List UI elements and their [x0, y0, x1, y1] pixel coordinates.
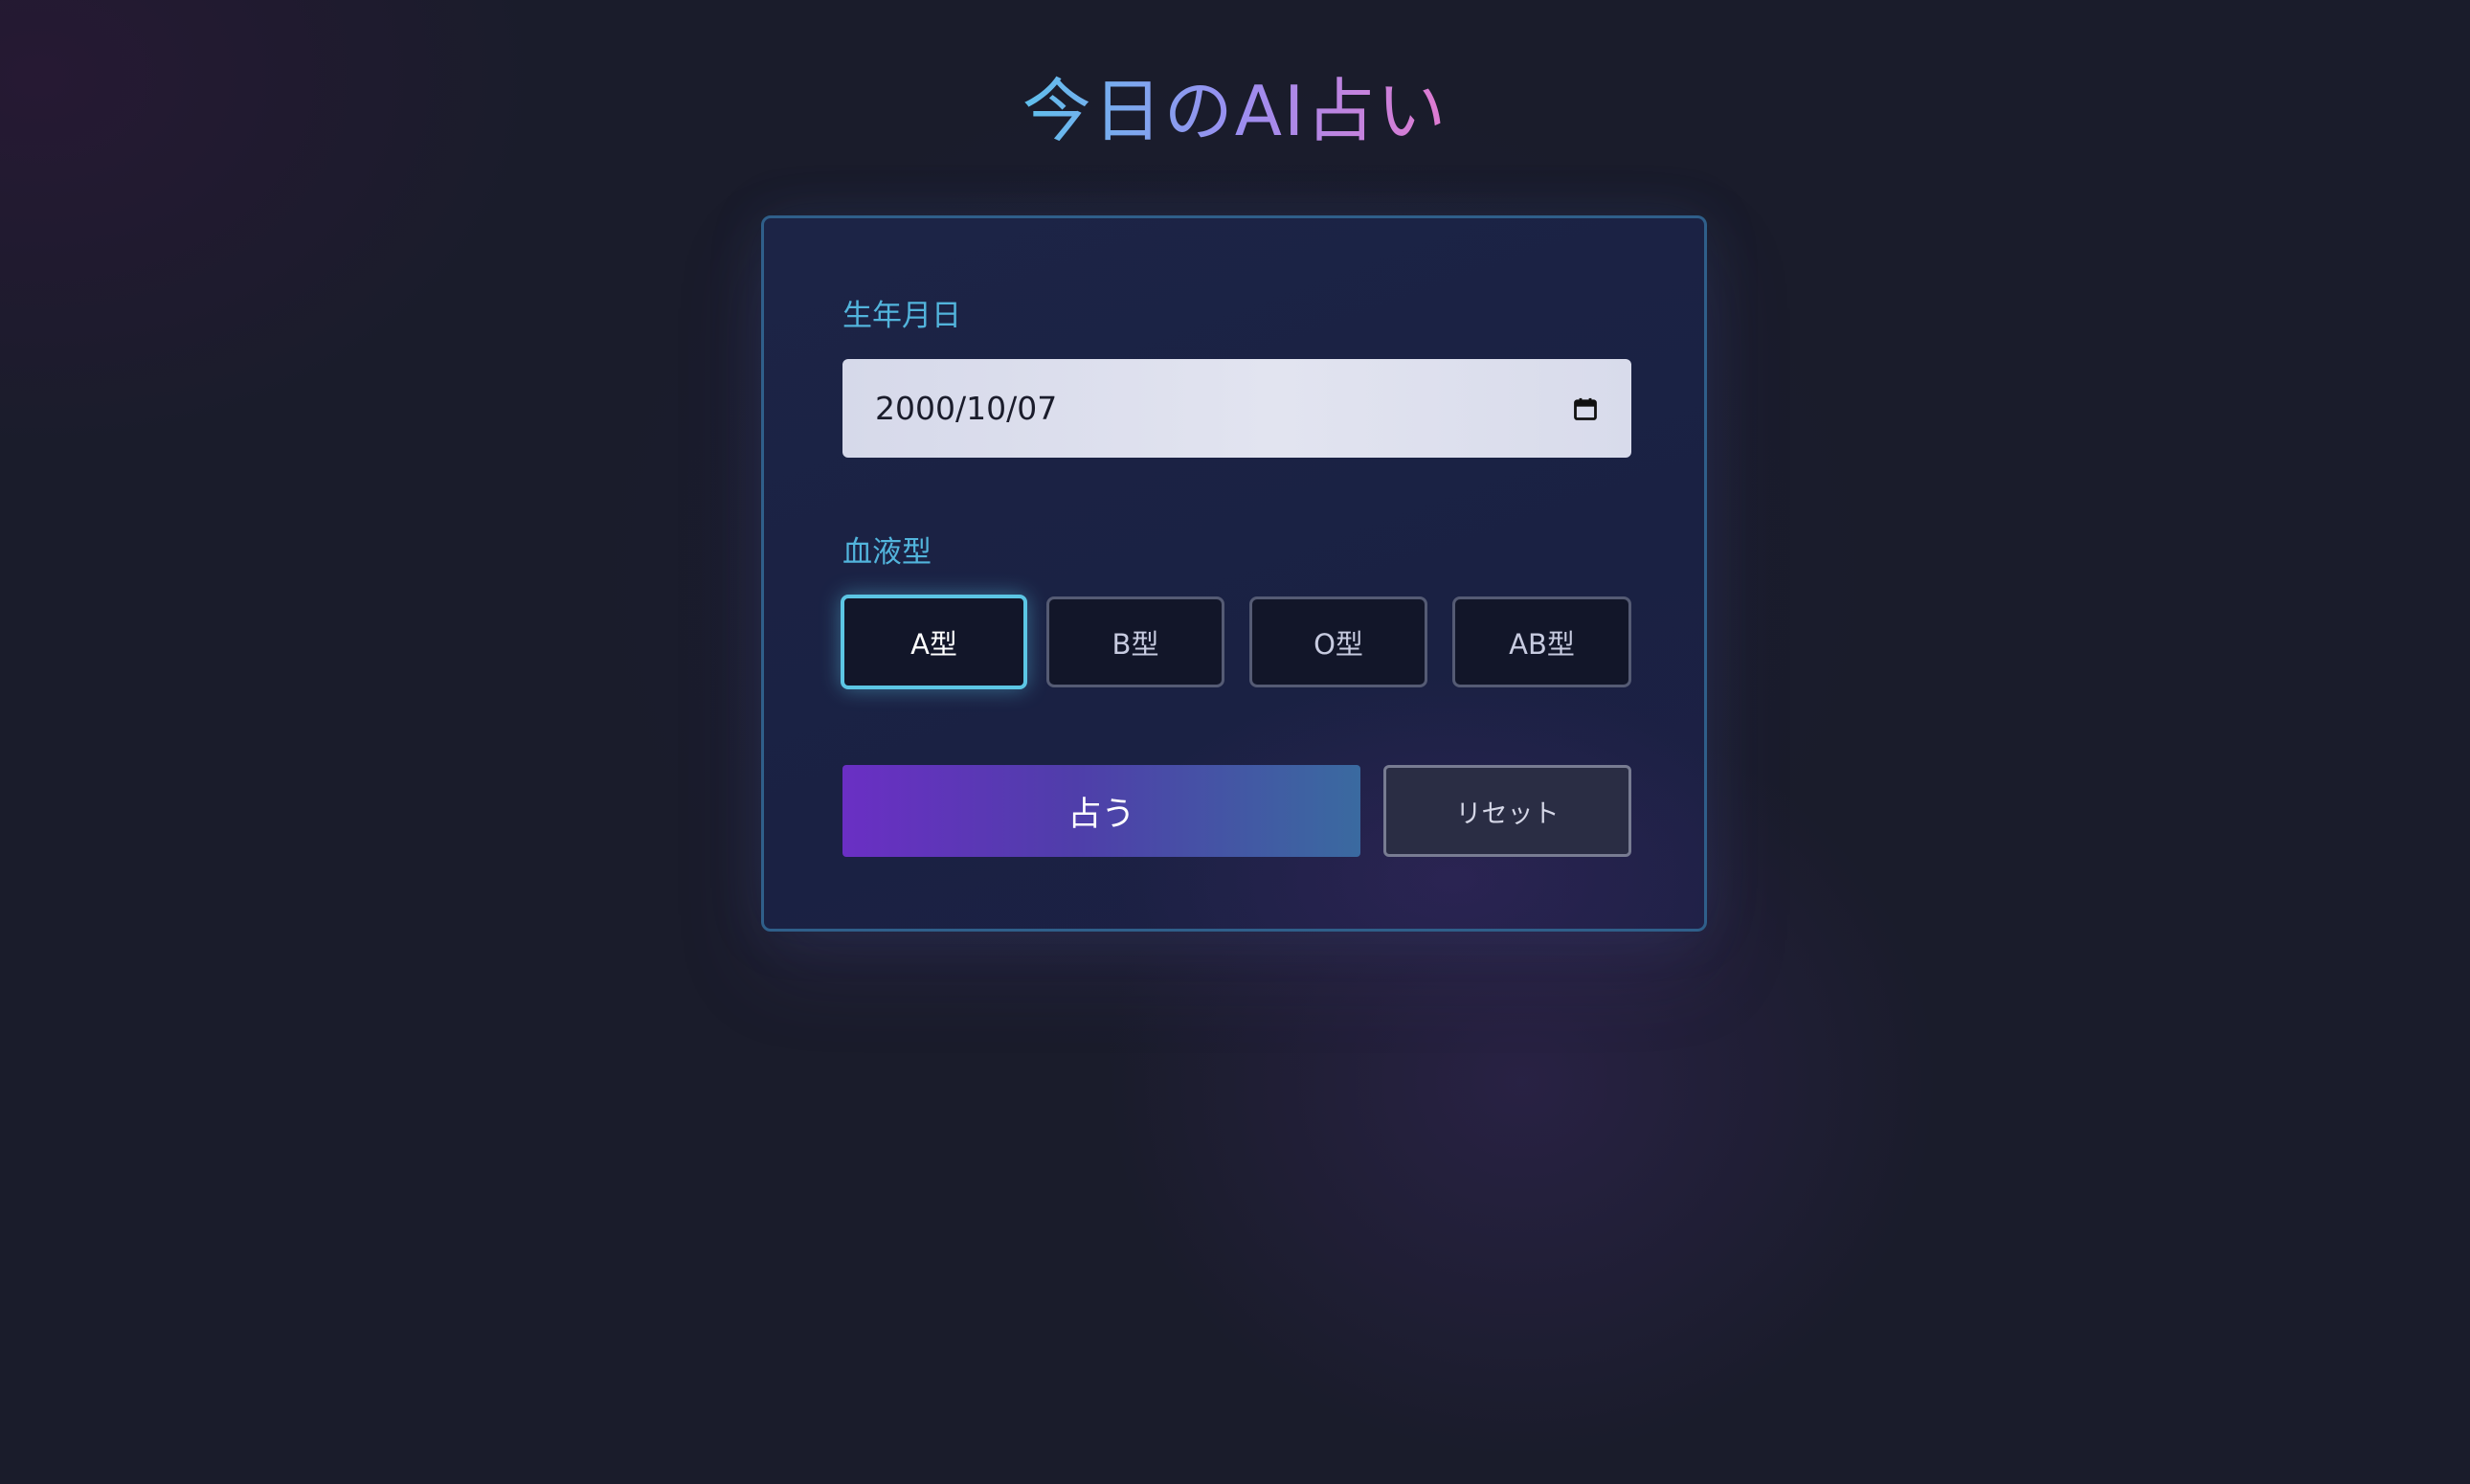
reset-button[interactable]: リセット: [1383, 765, 1631, 857]
page-title-text: 今日のAI占い: [1022, 71, 1448, 151]
blood-type-b-button[interactable]: B型: [1046, 596, 1224, 687]
birthdate-label: 生年月日: [842, 299, 961, 333]
page-title: 今日のAI占い: [0, 63, 2470, 159]
blood-type-o-button[interactable]: O型: [1249, 596, 1427, 687]
blood-type-ab-button[interactable]: AB型: [1452, 596, 1631, 687]
blood-type-label: 血液型: [842, 535, 932, 570]
birthdate-input[interactable]: 2000/10/07: [842, 359, 1631, 458]
calendar-icon[interactable]: [1572, 395, 1599, 422]
fortune-submit-button[interactable]: 占う: [842, 765, 1360, 857]
blood-type-a-button[interactable]: A型: [841, 595, 1027, 689]
birthdate-value: 2000/10/07: [875, 390, 1058, 427]
fortune-form-card: 生年月日 2000/10/07 血液型 A型 B型 O型 AB型 占う リセット: [761, 215, 1707, 932]
